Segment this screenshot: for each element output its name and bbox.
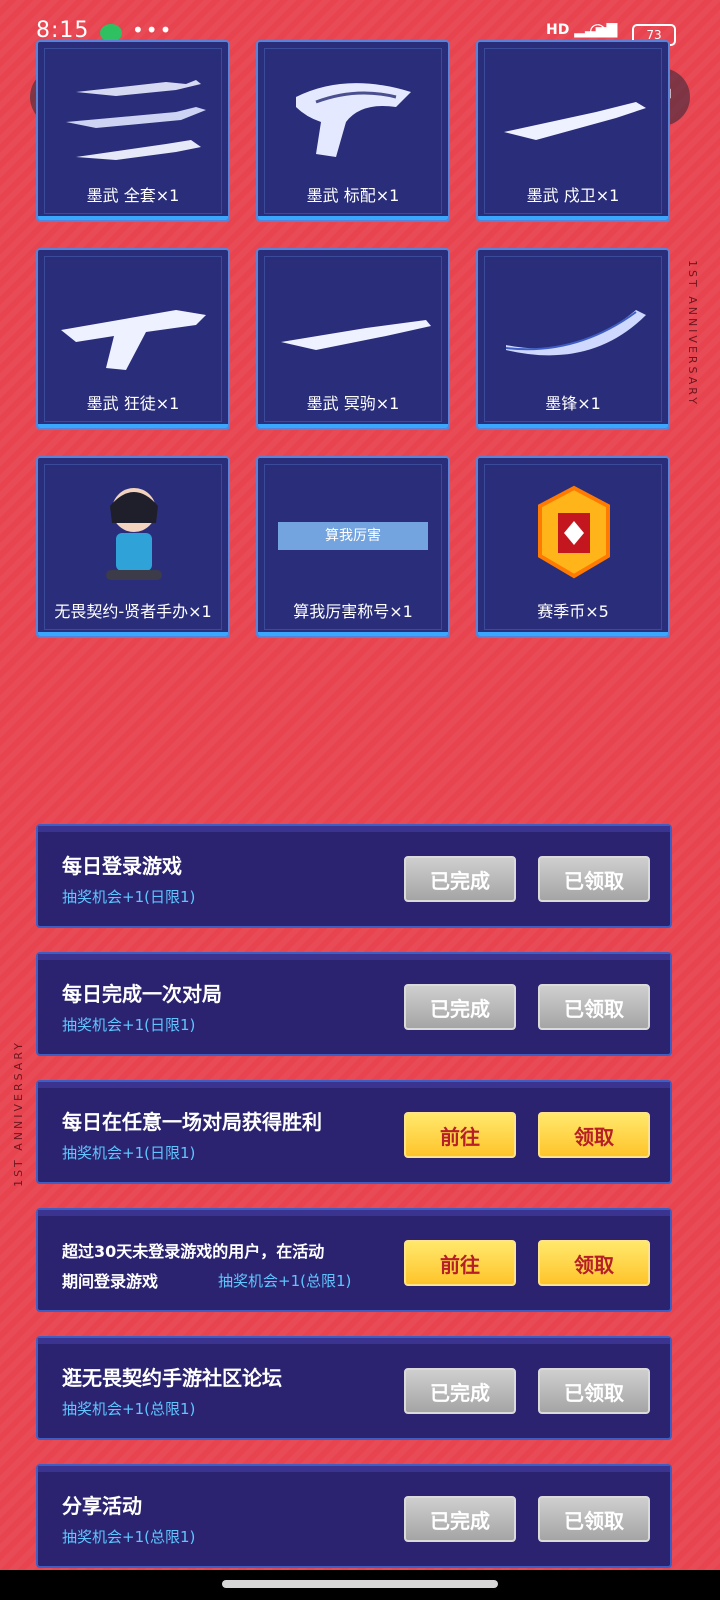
- reward-label: 墨武 全套×1: [86, 186, 180, 205]
- reward-card[interactable]: 墨武 戍卫×1: [476, 40, 670, 222]
- reward-card[interactable]: 算我厉害 算我厉害称号×1: [256, 456, 450, 638]
- reward-label: 墨武 狂徒×1: [86, 394, 180, 413]
- task-title: 逛无畏契约手游社区论坛: [62, 1366, 282, 1390]
- task-title: 分享活动: [62, 1494, 142, 1518]
- reward-label: 算我厉害称号×1: [293, 602, 413, 621]
- signal-icon: HD ▂▃▅▇: [546, 22, 618, 38]
- completed-button[interactable]: 已完成: [404, 1496, 516, 1542]
- reward-card[interactable]: 无畏契约-贤者手办×1: [36, 456, 230, 638]
- reward-card[interactable]: 墨武 狂徒×1: [36, 248, 230, 430]
- task-row: 超过30天未登录游戏的用户，在活动 期间登录游戏 抽奖机会+1(总限1) 前往 …: [36, 1208, 672, 1312]
- reward-card[interactable]: 墨锋×1: [476, 248, 670, 430]
- completed-button[interactable]: 已完成: [404, 856, 516, 902]
- reward-label: 赛季币×5: [537, 602, 609, 621]
- completed-button[interactable]: 已完成: [404, 984, 516, 1030]
- rifle-set-icon: [66, 80, 206, 160]
- pistol-icon: [296, 83, 411, 157]
- task-subtitle: 抽奖机会+1(日限1): [62, 1144, 196, 1162]
- sniper-rifle-icon: [281, 320, 431, 350]
- task-subtitle: 抽奖机会+1(总限1): [62, 1528, 196, 1546]
- task-row: 逛无畏契约手游社区论坛 抽奖机会+1(总限1) 已完成 已领取: [36, 1336, 672, 1440]
- rifle-icon: [504, 102, 646, 140]
- claimed-button[interactable]: 已领取: [538, 856, 650, 902]
- reward-label: 墨武 冥驹×1: [306, 394, 400, 413]
- card-bottom-line: [258, 632, 448, 636]
- card-bottom-line: [38, 424, 228, 428]
- completed-button[interactable]: 已完成: [404, 1368, 516, 1414]
- go-button[interactable]: 前往: [404, 1112, 516, 1158]
- go-button[interactable]: 前往: [404, 1240, 516, 1286]
- blade-icon: [505, 310, 646, 356]
- card-bottom-line: [258, 424, 448, 428]
- card-bottom-line: [38, 216, 228, 220]
- task-subtitle: 抽奖机会+1(总限1): [218, 1272, 352, 1290]
- task-subtitle: 抽奖机会+1(日限1): [62, 888, 196, 906]
- claimed-button[interactable]: 已领取: [538, 1368, 650, 1414]
- reward-card[interactable]: 墨武 标配×1: [256, 40, 450, 222]
- claimed-button[interactable]: 已领取: [538, 1496, 650, 1542]
- figure-icon: [106, 488, 162, 580]
- reward-card[interactable]: 墨武 冥驹×1: [256, 248, 450, 430]
- claim-button[interactable]: 领取: [538, 1112, 650, 1158]
- task-title: 每日在任意一场对局获得胜利: [62, 1110, 322, 1134]
- anniversary-side-text-left: 1ST ANNIVERSARY: [12, 1040, 25, 1187]
- claim-button[interactable]: 领取: [538, 1240, 650, 1286]
- reward-label: 墨武 标配×1: [306, 186, 400, 205]
- signal-label: HD: [546, 22, 570, 38]
- task-title: 每日登录游戏: [62, 854, 182, 878]
- task-title-line2: 期间登录游戏: [62, 1272, 159, 1291]
- reward-card[interactable]: 赛季币×5: [476, 456, 670, 638]
- task-row: 每日登录游戏 抽奖机会+1(日限1) 已完成 已领取: [36, 824, 672, 928]
- title-banner: 算我厉害: [278, 522, 428, 550]
- card-bottom-line: [478, 216, 668, 220]
- task-subtitle: 抽奖机会+1(日限1): [62, 1016, 196, 1034]
- more-dots-icon: •••: [132, 18, 174, 42]
- home-indicator[interactable]: [222, 1580, 498, 1588]
- rifle-icon: [61, 310, 206, 370]
- task-subtitle: 抽奖机会+1(总限1): [62, 1400, 196, 1418]
- task-title-line1: 超过30天未登录游戏的用户，在活动: [62, 1242, 325, 1261]
- season-coin-icon: [538, 485, 610, 579]
- anniversary-side-text-right: 1ST ANNIVERSARY: [686, 260, 699, 407]
- wifi-icon: ◜◝: [590, 18, 606, 42]
- card-bottom-line: [478, 632, 668, 636]
- task-row: 分享活动 抽奖机会+1(总限1) 已完成 已领取: [36, 1464, 672, 1568]
- reward-label: 无畏契约-贤者手办×1: [54, 602, 212, 621]
- task-row: 每日完成一次对局 抽奖机会+1(日限1) 已完成 已领取: [36, 952, 672, 1056]
- claimed-button[interactable]: 已领取: [538, 984, 650, 1030]
- reward-card[interactable]: 墨武 全套×1: [36, 40, 230, 222]
- reward-label: 墨锋×1: [545, 394, 601, 413]
- task-row: 每日在任意一场对局获得胜利 抽奖机会+1(日限1) 前往 领取: [36, 1080, 672, 1184]
- card-bottom-line: [258, 216, 448, 220]
- task-title: 每日完成一次对局: [62, 982, 222, 1006]
- card-bottom-line: [478, 424, 668, 428]
- card-bottom-line: [38, 632, 228, 636]
- reward-label: 墨武 戍卫×1: [526, 186, 620, 205]
